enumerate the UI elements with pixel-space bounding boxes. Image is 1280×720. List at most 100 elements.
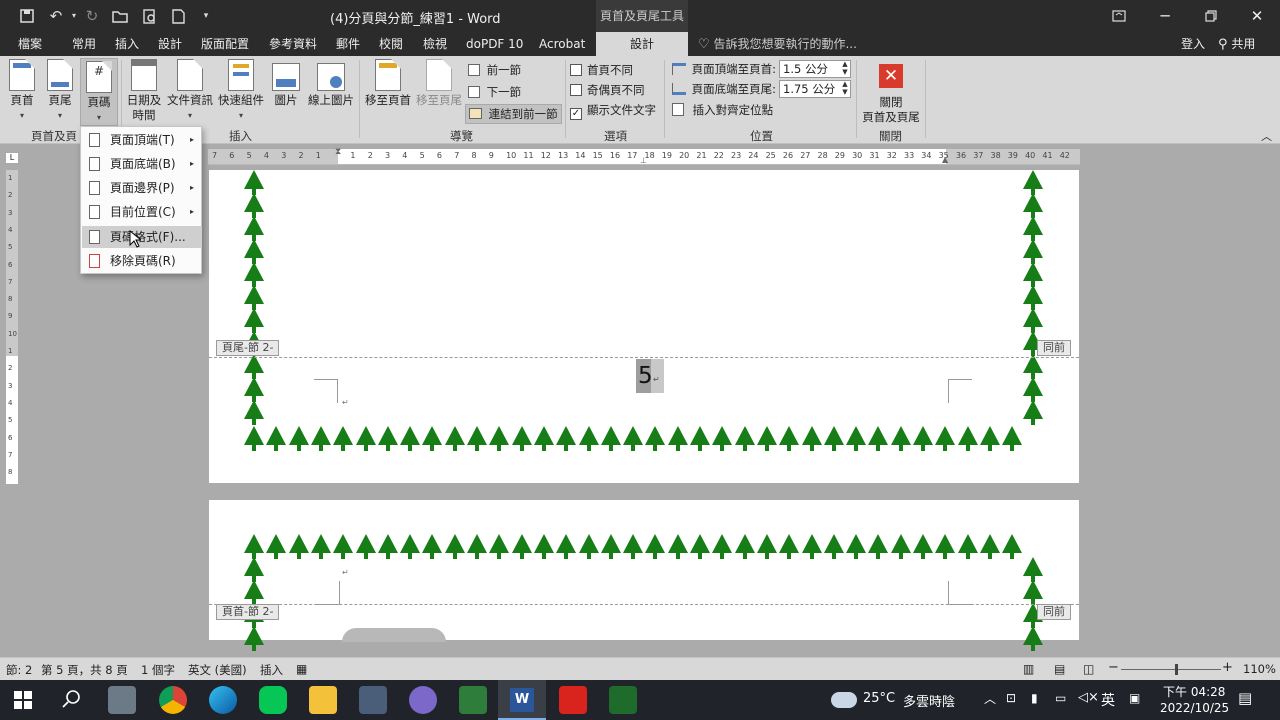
windows-start-icon[interactable]	[14, 691, 32, 712]
vertical-ruler[interactable]: 1 2 3 4 5 6 7 8 9 10 1 2 3 4 5 6 7 8	[6, 170, 18, 484]
zoom-out-icon[interactable]: −	[1108, 660, 1119, 675]
ime-mode-icon[interactable]: ▣	[1129, 691, 1140, 705]
goto-header-button[interactable]: 移至頁首	[363, 59, 413, 108]
tab-design-doc[interactable]: 設計	[158, 32, 182, 56]
zoom-slider-thumb[interactable]	[1175, 664, 1178, 675]
tab-review[interactable]: 校閱	[379, 32, 403, 56]
microphone-icon[interactable]: ▮	[1031, 691, 1038, 705]
new-document-icon[interactable]	[168, 6, 188, 26]
link-to-previous-button[interactable]: 連結到前一節	[465, 104, 562, 124]
status-word-count[interactable]: 1 個字	[141, 662, 175, 678]
display-icon[interactable]: ▭	[1055, 691, 1066, 705]
acrobat-icon[interactable]	[559, 686, 587, 714]
different-first-page-checkbox[interactable]: 首頁不同	[570, 62, 633, 78]
clock-date[interactable]: 2022/10/25	[1160, 701, 1229, 715]
document-info-button[interactable]: 文件資訊 ▾	[165, 59, 215, 123]
tab-references[interactable]: 參考資料	[269, 32, 317, 56]
sign-in-link[interactable]: 登入	[1181, 32, 1205, 56]
file-explorer-icon[interactable]	[309, 686, 337, 714]
ribbon-display-options-icon[interactable]	[1096, 0, 1142, 32]
right-indent-icon[interactable]: ▲	[942, 155, 948, 164]
menu-item-remove-page-numbers[interactable]: 移除頁碼(R)	[82, 250, 202, 272]
status-language[interactable]: 英文 (美國)	[188, 662, 247, 678]
tab-insert[interactable]: 插入	[115, 32, 139, 56]
different-odd-even-checkbox[interactable]: 奇偶頁不同	[570, 82, 645, 98]
line-app-icon[interactable]	[259, 686, 287, 714]
speaker-muted-icon[interactable]: ◁×	[1078, 690, 1099, 705]
search-icon[interactable]	[62, 689, 82, 712]
quick-parts-button[interactable]: 快速組件 ▾	[216, 59, 266, 123]
menu-item-page-margins[interactable]: 頁面邊界(P) ▸	[82, 177, 202, 199]
menu-item-format-page-numbers[interactable]: 頁碼格式(F)...	[82, 226, 202, 248]
save-icon[interactable]	[17, 6, 37, 26]
tab-home[interactable]: 常用	[72, 32, 96, 56]
header-spinner-arrows[interactable]: ▲ ▼	[840, 60, 850, 78]
show-hidden-icons-chevron-icon[interactable]: ︿	[984, 690, 996, 707]
notification-center-icon[interactable]: ▤	[1238, 689, 1252, 707]
redo-icon[interactable]: ↻	[82, 6, 102, 26]
camera-app-icon[interactable]	[108, 686, 136, 714]
customize-toolbar-icon[interactable]: ▾	[196, 6, 216, 26]
weather-description[interactable]: 多雲時陰	[903, 691, 955, 710]
ime-language[interactable]: 英	[1101, 690, 1115, 710]
close-icon[interactable]: ✕	[1234, 0, 1280, 32]
menu-item-bottom-of-page[interactable]: 頁面底端(B) ▸	[82, 153, 202, 175]
undo-dropdown-icon[interactable]: ▾	[64, 6, 84, 26]
tab-dopdf[interactable]: doPDF 10	[466, 32, 523, 56]
footer-button[interactable]: 頁尾 ▾	[44, 59, 76, 123]
status-page[interactable]: 第 5 頁，共 8 頁	[41, 662, 128, 678]
page-number-field[interactable]: 5 ↵	[636, 359, 664, 393]
camtasia-icon[interactable]	[459, 686, 487, 714]
center-tab-icon[interactable]: ⊥	[640, 156, 647, 165]
horizontal-ruler[interactable]: 7 6 5 4 3 2 1 1 2 3 4 5 6 7 8 9 10 11 12 13 14 15 16 17 18 19 20 21…	[208, 147, 1080, 165]
date-time-button[interactable]: 日期及 時間	[124, 59, 164, 123]
picture-button[interactable]: 圖片	[270, 59, 302, 108]
header-button[interactable]: 頁首 ▾	[6, 59, 38, 123]
tab-file[interactable]: 檔案	[18, 32, 42, 56]
word-taskbar-button[interactable]: W	[498, 680, 546, 720]
zoom-level[interactable]: 110%	[1243, 662, 1276, 676]
read-mode-icon[interactable]: ▥	[1023, 662, 1034, 676]
discord-icon[interactable]	[409, 686, 437, 714]
undo-icon[interactable]: ↶	[46, 6, 66, 26]
tab-layout[interactable]: 版面配置	[201, 32, 249, 56]
status-section[interactable]: 節: 2	[6, 662, 32, 678]
tab-selector[interactable]: L	[5, 152, 19, 164]
online-picture-button[interactable]: 線上圖片	[306, 59, 356, 108]
show-document-text-checkbox[interactable]: ✓ 顯示文件文字	[570, 102, 656, 120]
indent-marker-icon[interactable]: ⧗	[335, 147, 341, 157]
weather-temperature[interactable]: 25°C	[863, 691, 895, 706]
goto-footer-button[interactable]: 移至頁尾	[414, 59, 464, 108]
close-header-footer-button[interactable]: ✕ 關閉 頁首及頁尾	[859, 59, 923, 125]
footer-spinner-arrows[interactable]: ▲ ▼	[840, 80, 850, 98]
network-icon[interactable]: ⊡	[1006, 691, 1016, 705]
menu-item-current-position[interactable]: 目前位置(C) ▸	[82, 201, 202, 223]
tell-me-box[interactable]: ♡ 告訴我您想要執行的動作...	[698, 32, 857, 56]
cloud-weather-icon[interactable]	[831, 692, 857, 708]
page-5[interactable]: 頁尾-節 2- 同前 ↵ 5 ↵	[209, 170, 1079, 483]
calculator-icon[interactable]	[359, 686, 387, 714]
previous-section-button[interactable]: 前一節	[468, 62, 521, 78]
tab-header-footer-design[interactable]: 設計	[596, 32, 688, 56]
menu-item-top-of-page[interactable]: 頁面頂端(T) ▸	[82, 129, 202, 151]
tab-view[interactable]: 檢視	[423, 32, 447, 56]
restore-icon[interactable]	[1188, 0, 1234, 32]
status-insert-mode[interactable]: 插入	[260, 662, 283, 678]
clock-time[interactable]: 下午 04:28	[1163, 683, 1225, 700]
open-folder-icon[interactable]	[110, 6, 130, 26]
zoom-slider-track[interactable]	[1121, 669, 1221, 670]
next-section-button[interactable]: 下一節	[468, 84, 521, 100]
share-button[interactable]: ⚲ 共用	[1218, 32, 1255, 56]
print-layout-icon[interactable]: ▤	[1054, 662, 1065, 676]
collapse-ribbon-icon[interactable]: ︿	[1261, 128, 1272, 144]
minimize-icon[interactable]: ─	[1142, 0, 1188, 32]
insert-alignment-tab-button[interactable]: 插入對齊定位點	[672, 102, 773, 118]
edge-icon[interactable]	[209, 686, 237, 714]
page-number-button[interactable]: # 頁碼 ▾	[80, 58, 118, 126]
print-preview-icon[interactable]	[140, 6, 160, 26]
macro-record-icon[interactable]: ▦	[296, 662, 307, 676]
camtasia-recorder-icon[interactable]	[609, 686, 637, 714]
tab-acrobat[interactable]: Acrobat	[539, 32, 585, 56]
page-6[interactable]: 頁首-節 2- 同前 ↵	[209, 500, 1079, 651]
web-layout-icon[interactable]: ◫	[1083, 662, 1094, 676]
